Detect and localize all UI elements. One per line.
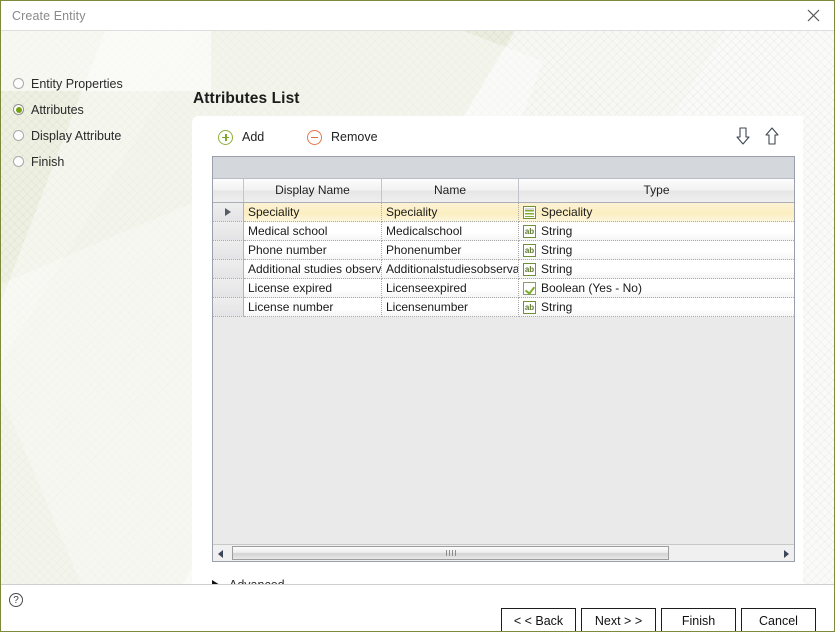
row-selector-cell[interactable]	[213, 298, 244, 317]
cell-display-name[interactable]: License expired	[244, 279, 382, 298]
cell-type[interactable]: Boolean (Yes - No)	[519, 279, 794, 298]
cell-name[interactable]: Medicalschool	[382, 222, 519, 241]
string-icon: ab	[523, 224, 536, 238]
string-icon: ab	[523, 262, 536, 276]
grid-toolbar: Add Remove	[192, 116, 803, 156]
remove-button-label: Remove	[331, 130, 378, 144]
table-row[interactable]: Speciality Speciality Speciality	[213, 203, 794, 222]
row-selector-cell[interactable]	[213, 279, 244, 298]
cell-name[interactable]: Additionalstudiesobserva	[382, 260, 519, 279]
dialog-footer: ? < < Back Next > > Finish Cancel	[1, 584, 834, 631]
cell-type-label: String	[541, 224, 573, 238]
table-row[interactable]: License expired Licenseexpired Boolean (Ye…	[213, 279, 794, 298]
grid-top-strip	[213, 157, 794, 179]
row-selector-cell[interactable]	[213, 222, 244, 241]
cell-type[interactable]: Speciality	[519, 203, 794, 222]
remove-button[interactable]: Remove	[307, 127, 378, 147]
grid-body: Speciality Speciality Speciality Medical sc…	[213, 203, 794, 317]
cell-type-label: String	[541, 243, 573, 257]
caret-left-icon[interactable]	[214, 545, 229, 561]
cell-type[interactable]: ab String	[519, 260, 794, 279]
radio-icon	[13, 156, 24, 167]
advanced-expander[interactable]: Advanced	[212, 576, 285, 584]
radio-icon	[13, 130, 24, 141]
row-selector-cell[interactable]	[213, 241, 244, 260]
cell-display-name[interactable]: Medical school	[244, 222, 382, 241]
plus-circle-icon	[218, 129, 233, 145]
radio-selected-icon	[13, 104, 24, 115]
cell-type[interactable]: ab String	[519, 298, 794, 317]
page-title: Attributes List	[193, 90, 300, 107]
row-selector-cell[interactable]	[213, 203, 244, 222]
scrollbar-thumb[interactable]	[232, 546, 669, 560]
table-row[interactable]: Medical school Medicalschool ab String	[213, 222, 794, 241]
cell-type-label: String	[541, 262, 573, 276]
radio-icon	[13, 78, 24, 89]
cancel-button[interactable]: Cancel	[741, 608, 816, 631]
step-label: Display Attribute	[31, 129, 122, 143]
cell-name[interactable]: Licensenumber	[382, 298, 519, 317]
question-mark-icon[interactable]: ?	[9, 593, 23, 607]
cell-name[interactable]: Licenseexpired	[382, 279, 519, 298]
column-header-type[interactable]: Type	[519, 179, 794, 202]
arrow-down-icon[interactable]	[732, 125, 754, 147]
add-button[interactable]: Add	[218, 127, 264, 147]
step-label: Finish	[31, 155, 65, 169]
sidebar-item-display-attribute[interactable]: Display Attribute	[13, 123, 183, 149]
grid-header-row: Display Name Name Type	[213, 179, 794, 203]
dialog-body: Entity Properties Attributes Display Att…	[1, 31, 834, 584]
cell-type-label: Speciality	[541, 205, 593, 219]
horizontal-scrollbar[interactable]	[213, 544, 794, 561]
table-row[interactable]: License number Licensenumber ab String	[213, 298, 794, 317]
table-row[interactable]: Additional studies observa Additionalstud…	[213, 260, 794, 279]
cell-type-label: Boolean (Yes - No)	[541, 281, 642, 295]
wizard-steps: Entity Properties Attributes Display Att…	[13, 71, 183, 175]
caret-right-icon[interactable]	[778, 545, 793, 561]
column-header-display-name[interactable]: Display Name	[244, 179, 382, 202]
cell-display-name[interactable]: Additional studies observa	[244, 260, 382, 279]
minus-circle-icon	[307, 129, 322, 145]
row-selector-cell[interactable]	[213, 260, 244, 279]
next-button[interactable]: Next > >	[581, 608, 656, 631]
cell-type-label: String	[541, 300, 573, 314]
window-title: Create Entity	[12, 9, 86, 23]
attributes-panel: Add Remove Display Name Name Type Specia…	[192, 116, 803, 584]
cell-display-name[interactable]: License number	[244, 298, 382, 317]
string-icon: ab	[523, 300, 536, 314]
table-row[interactable]: Phone number Phonenumber ab String	[213, 241, 794, 260]
boolean-icon	[523, 281, 536, 295]
step-label: Attributes	[31, 103, 84, 117]
create-entity-dialog: Create Entity Entity Properties Attribut…	[0, 0, 835, 632]
cell-type[interactable]: ab String	[519, 222, 794, 241]
finish-button[interactable]: Finish	[661, 608, 736, 631]
back-button[interactable]: < < Back	[501, 608, 576, 631]
sidebar-item-entity-properties[interactable]: Entity Properties	[13, 71, 183, 97]
sidebar-item-attributes[interactable]: Attributes	[13, 97, 183, 123]
step-label: Entity Properties	[31, 77, 123, 91]
cell-type[interactable]: ab String	[519, 241, 794, 260]
sidebar-item-finish[interactable]: Finish	[13, 149, 183, 175]
cell-display-name[interactable]: Speciality	[244, 203, 382, 222]
title-bar: Create Entity	[1, 1, 834, 31]
string-icon: ab	[523, 243, 536, 257]
cell-name[interactable]: Phonenumber	[382, 241, 519, 260]
cell-name[interactable]: Speciality	[382, 203, 519, 222]
column-header-name[interactable]: Name	[382, 179, 519, 202]
attributes-grid[interactable]: Display Name Name Type Speciality Special…	[212, 156, 795, 562]
grid-empty-area	[213, 317, 794, 546]
column-header-selector[interactable]	[213, 179, 244, 202]
arrow-up-icon[interactable]	[761, 125, 783, 147]
enumeration-icon	[523, 205, 536, 219]
add-button-label: Add	[242, 130, 265, 144]
cell-display-name[interactable]: Phone number	[244, 241, 382, 260]
close-icon[interactable]	[794, 1, 834, 30]
